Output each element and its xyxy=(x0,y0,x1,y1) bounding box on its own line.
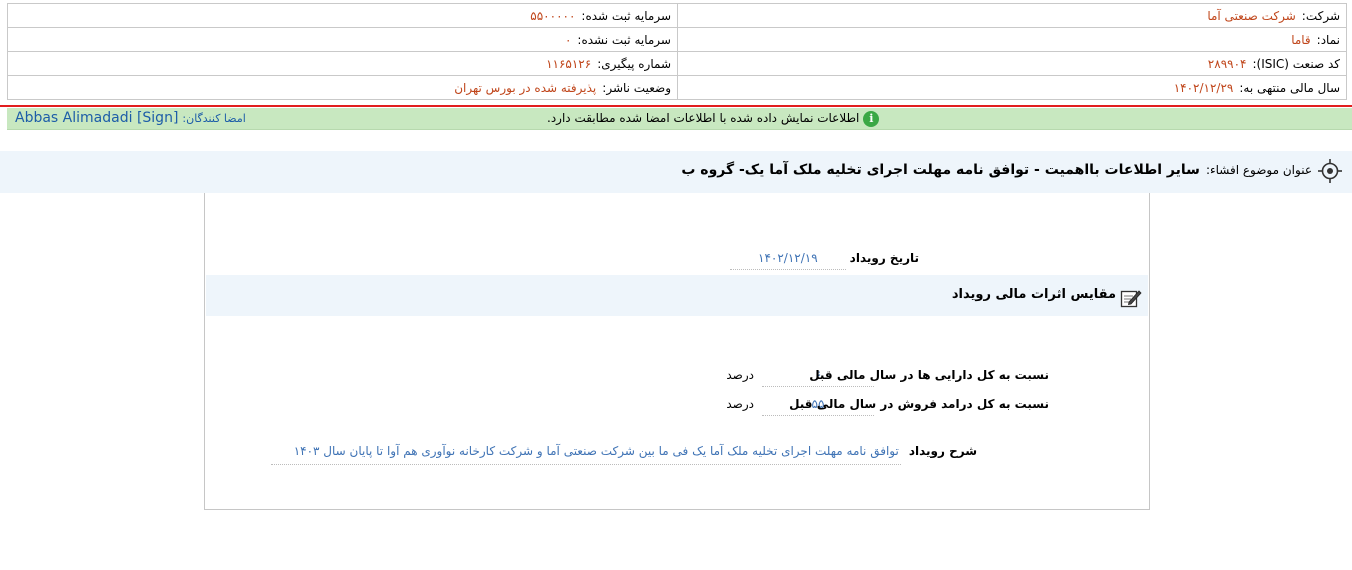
ratio-row-revenue: نسبت به کل درامد فروش در سال مالی قبل۵۵د… xyxy=(726,397,1049,416)
subject-label: عنوان موضوع افشاء: xyxy=(1205,163,1312,177)
financial-effects-section: مقایس اثرات مالی رویداد xyxy=(206,275,1148,316)
signer-link[interactable]: Abbas Alimadadi [Sign] xyxy=(15,110,178,126)
registered-capital-value: ۵۵۰۰۰۰۰ xyxy=(530,8,576,23)
publisher-status-label: وضعیت ناشر: xyxy=(602,80,671,95)
tracking-value: ۱۱۶۵۱۲۶ xyxy=(546,56,592,71)
fiscal-year-label: سال مالی منتهی به: xyxy=(1239,80,1340,95)
match-message-text: اطلاعات نمایش داده شده با اطلاعات امضا ش… xyxy=(547,111,860,125)
symbol-label: نماد: xyxy=(1316,32,1340,47)
section-heading: مقایس اثرات مالی رویداد xyxy=(952,275,1142,316)
event-description-row: شرح رویداد توافق نامه مهلت اجرای تخلیه مل… xyxy=(270,444,977,465)
symbol-value: قاما xyxy=(1291,32,1311,47)
info-row: نماد: قاما سرمایه ثبت نشده: ۰ xyxy=(7,27,1347,52)
ratio-label: نسبت به کل درامد فروش در سال مالی قبل xyxy=(789,397,1049,411)
tracking-cell: شماره پیگیری: ۱۱۶۵۱۲۶ xyxy=(7,51,678,76)
subject-heading: عنوان موضوع افشاء: سایر اطلاعات بااهمیت -… xyxy=(681,151,1342,193)
divider-line xyxy=(0,105,1352,107)
isic-label: کد صنعت (ISIC): xyxy=(1252,56,1340,71)
match-message: iاطلاعات نمایش داده شده با اطلاعات امضا … xyxy=(547,108,880,129)
registered-capital-cell: سرمایه ثبت شده: ۵۵۰۰۰۰۰ xyxy=(7,3,678,28)
company-value: شرکت صنعتی آما xyxy=(1207,8,1296,23)
fiscal-year-cell: سال مالی منتهی به: ۱۴۰۲/۱۲/۲۹ xyxy=(677,75,1347,100)
ratio-label: نسبت به کل دارایی ها در سال مالی قبل xyxy=(809,368,1049,382)
unregistered-capital-value: ۰ xyxy=(564,32,572,47)
publisher-status-cell: وضعیت ناشر: پذیرفته شده در بورس تهران xyxy=(7,75,678,100)
publisher-status-value: پذیرفته شده در بورس تهران xyxy=(454,80,597,95)
company-label: شرکت: xyxy=(1301,8,1340,23)
subject-bar: عنوان موضوع افشاء: سایر اطلاعات بااهمیت -… xyxy=(0,151,1352,193)
info-row: کد صنعت (ISIC): ۲۸۹۹۰۴ شماره پیگیری: ۱۱۶۵۱… xyxy=(7,51,1347,76)
subject-title: سایر اطلاعات بااهمیت - توافق نامه مهلت ا… xyxy=(681,162,1200,178)
company-info-table: شرکت: شرکت صنعتی آما سرمایه ثبت شده: ۵۵۰۰۰… xyxy=(7,3,1347,100)
isic-cell: کد صنعت (ISIC): ۲۸۹۹۰۴ xyxy=(677,51,1347,76)
event-date-label: تاریخ رویداد xyxy=(849,251,919,265)
event-date-row: تاریخ رویداد ۱۴۰۲/۱۲/۱۹ xyxy=(729,251,919,270)
company-cell: شرکت: شرکت صنعتی آما xyxy=(677,3,1347,28)
registered-capital-label: سرمایه ثبت شده: xyxy=(581,8,671,23)
event-description-label: شرح رویداد xyxy=(908,444,977,458)
target-icon xyxy=(1318,158,1342,183)
signature-bar: امضا کنندگان: Abbas Alimadadi [Sign] iاطل… xyxy=(7,108,1352,130)
section-title: مقایس اثرات مالی رویداد xyxy=(951,287,1116,302)
signers: امضا کنندگان: Abbas Alimadadi [Sign] xyxy=(15,108,246,129)
info-icon: i xyxy=(863,110,880,127)
isic-value: ۲۸۹۹۰۴ xyxy=(1207,56,1247,71)
info-row: شرکت: شرکت صنعتی آما سرمایه ثبت شده: ۵۵۰۰۰… xyxy=(7,3,1347,28)
symbol-cell: نماد: قاما xyxy=(677,27,1347,52)
info-row: سال مالی منتهی به: ۱۴۰۲/۱۲/۲۹ وضعیت ناشر:… xyxy=(7,75,1347,100)
event-date-value: ۱۴۰۲/۱۲/۱۹ xyxy=(729,251,846,270)
event-description-value: توافق نامه مهلت اجرای تخلیه ملک آما یک ف… xyxy=(270,444,901,465)
ratio-row-assets: نسبت به کل دارایی ها در سال مالی قبل۶درص… xyxy=(726,368,1049,387)
unregistered-capital-cell: سرمایه ثبت نشده: ۰ xyxy=(7,27,678,52)
ratio-unit: درصد xyxy=(726,397,754,411)
signers-label: امضا کنندگان: xyxy=(182,112,246,125)
ratio-unit: درصد xyxy=(726,368,754,382)
edit-icon xyxy=(1120,285,1142,307)
tracking-label: شماره پیگیری: xyxy=(597,56,671,71)
unregistered-capital-label: سرمایه ثبت نشده: xyxy=(577,32,671,47)
fiscal-year-value: ۱۴۰۲/۱۲/۲۹ xyxy=(1173,80,1234,95)
event-panel: تاریخ رویداد ۱۴۰۲/۱۲/۱۹ مقایس اثرات مالی… xyxy=(204,193,1150,510)
